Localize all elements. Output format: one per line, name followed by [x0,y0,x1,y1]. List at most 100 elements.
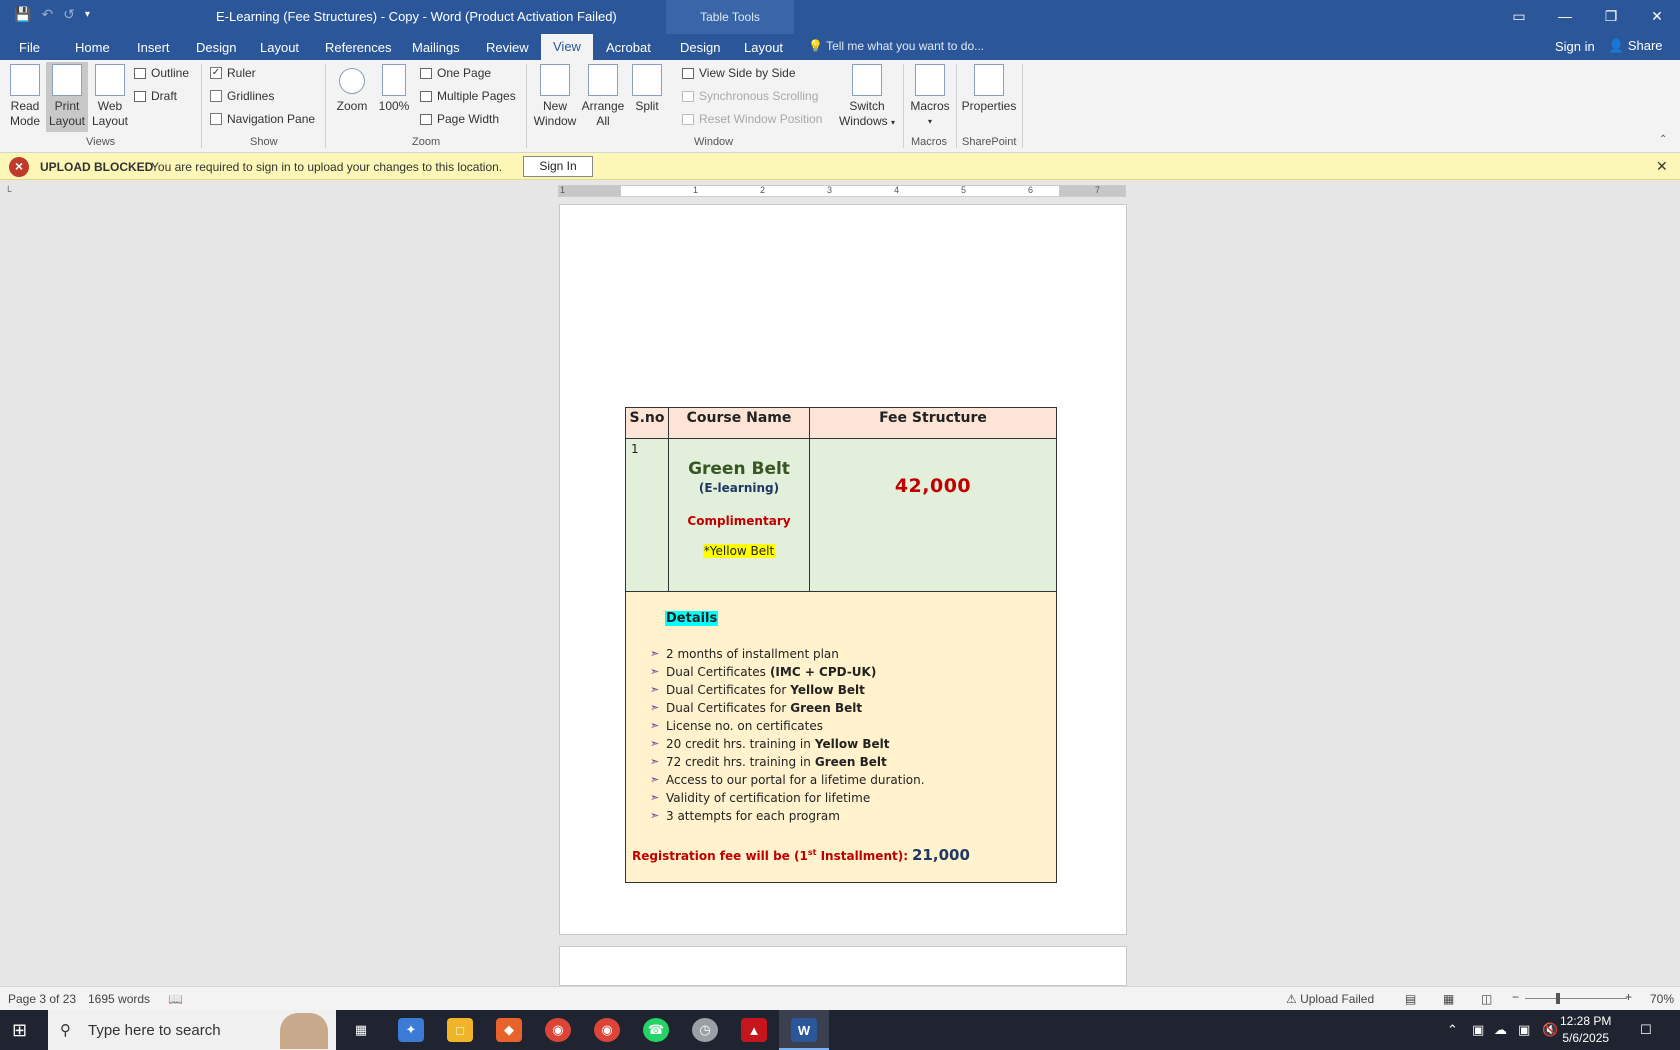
customize-qat-icon[interactable]: ▾ [85,9,90,20]
web-layout-button[interactable]: Web Layout [90,64,130,129]
whatsapp-icon[interactable]: ☎ [643,1018,669,1042]
gridlines-checkbox[interactable]: Gridlines [210,89,274,103]
navigation-pane-checkbox[interactable]: Navigation Pane [210,112,315,126]
zoom-100-button[interactable]: 100% [378,64,410,114]
header-sno[interactable]: S.no [625,407,669,439]
tab-home[interactable]: Home [75,38,110,57]
view-side-by-side-button[interactable]: View Side by Side [682,66,796,80]
task-view-icon[interactable]: ▦ [348,1018,374,1042]
header-course-name[interactable]: Course Name [668,407,810,439]
ribbon-display-options-icon[interactable]: ▭ [1496,0,1542,32]
separator [201,64,202,148]
ruler-checkbox[interactable]: ✓ Ruler [210,66,256,80]
show-hidden-icons-icon[interactable]: ⌃ [1447,1022,1458,1038]
zoom-slider[interactable] [1525,998,1627,999]
zoom-button[interactable]: Zoom [334,64,370,114]
volume-muted-icon[interactable]: 🔇 [1542,1022,1558,1038]
fee-table[interactable]: S.no Course Name Fee Structure 1 Green B… [625,407,1057,883]
tab-layout[interactable]: Layout [260,38,299,57]
header-fee-structure[interactable]: Fee Structure [809,407,1057,439]
synchronous-scrolling-button[interactable]: Synchronous Scrolling [682,89,818,103]
clock-app-icon[interactable]: ◷ [692,1018,718,1042]
onedrive-icon[interactable]: ☁ [1494,1022,1507,1038]
tab-mailings[interactable]: Mailings [412,38,460,57]
notifications-icon[interactable]: ☐ [1640,1022,1652,1038]
undo-icon[interactable]: ↶ [41,6,53,23]
page-count[interactable]: Page 3 of 23 [8,992,76,1006]
outline-button[interactable]: Outline [134,66,189,80]
tab-table-layout[interactable]: Layout [744,38,783,57]
close-message-icon[interactable]: ✕ [1656,158,1668,175]
switch-windows-button[interactable]: Switch Windows ▾ [836,64,898,130]
read-mode-button[interactable]: Read Mode [6,64,44,129]
print-layout-view-icon[interactable]: ▦ [1443,992,1454,1006]
word-count[interactable]: 1695 words [88,992,150,1006]
tab-table-design[interactable]: Design [680,38,720,57]
windows-start-icon[interactable]: ⊞ [12,1020,27,1041]
zoom-label: Zoom [336,99,368,113]
new-window-label-2: Window [533,114,577,128]
arrange-all-button[interactable]: Arrange All [580,64,626,129]
minimize-icon[interactable]: — [1542,0,1588,32]
web-layout-view-icon[interactable]: ◫ [1481,992,1492,1006]
zoom-in-icon[interactable]: + [1625,990,1632,1004]
cell-sno[interactable]: 1 [625,438,669,592]
tab-references[interactable]: References [325,38,391,57]
save-icon[interactable]: 💾 [14,6,31,23]
zoom-slider-thumb[interactable] [1556,993,1560,1004]
restore-icon[interactable]: ❐ [1588,0,1634,32]
tab-selector-icon[interactable]: └ [5,186,17,198]
chrome-icon[interactable]: ◉ [545,1018,571,1042]
tab-acrobat[interactable]: Acrobat [606,38,651,57]
page-width-button[interactable]: Page Width [420,112,499,126]
file-explorer-icon[interactable]: □ [447,1018,473,1042]
zoom-out-icon[interactable]: − [1512,990,1519,1004]
new-window-label-1: New [542,99,567,113]
copilot-icon[interactable]: ✦ [398,1018,424,1042]
multiple-pages-icon [420,90,432,102]
tab-review[interactable]: Review [486,38,529,57]
reset-window-position-button[interactable]: Reset Window Position [682,112,822,126]
list-item: ➣ License no. on certificates [650,717,929,735]
reset-position-label: Reset Window Position [699,112,823,126]
close-icon[interactable]: ✕ [1634,0,1680,32]
horizontal-ruler[interactable]: 1 1 2 3 4 5 6 7 [558,185,1126,197]
tab-file[interactable]: File [19,38,40,57]
app-icon[interactable]: ◆ [496,1018,522,1042]
multiple-pages-button[interactable]: Multiple Pages [420,89,516,103]
read-mode-view-icon[interactable]: ▤ [1405,992,1416,1006]
list-item: ➣ 2 months of installment plan [650,645,929,663]
switch-windows-icon [852,64,882,96]
tab-view[interactable]: View [541,34,593,60]
split-button[interactable]: Split [630,64,664,114]
tab-insert[interactable]: Insert [137,38,170,57]
proofing-icon[interactable]: 📖 [168,992,183,1006]
properties-button[interactable]: Properties [960,64,1018,114]
one-page-button[interactable]: One Page [420,66,491,80]
system-clock[interactable]: 12:28 PM 5/6/2025 [1560,1013,1611,1047]
word-icon[interactable]: W [791,1018,817,1042]
chrome-profile-icon[interactable]: ◉ [594,1018,620,1042]
network-icon[interactable]: ▣ [1518,1022,1530,1038]
tell-me-search[interactable]: 💡 Tell me what you want to do... [808,39,984,53]
new-window-button[interactable]: New Window [532,64,578,129]
taskbar-search[interactable]: ⚲ Type here to search [48,1010,336,1050]
sign-in-link[interactable]: Sign in [1555,39,1595,54]
upload-status[interactable]: ⚠ Upload Failed [1286,992,1374,1006]
collapse-ribbon-icon[interactable]: ⌃ [1659,134,1667,145]
cell-details[interactable]: Details ➣ 2 months of installment plan ➣ D… [625,591,1057,883]
redo-icon[interactable]: ↺ [63,6,75,23]
zoom-level[interactable]: 70% [1650,992,1674,1006]
sign-in-button[interactable]: Sign In [523,156,593,177]
macros-button[interactable]: Macros ▾ [908,64,952,129]
document-page-next[interactable] [559,946,1127,986]
draft-button[interactable]: Draft [134,89,177,103]
meet-now-icon[interactable]: ▣ [1472,1022,1484,1038]
cell-fee[interactable]: 42,000 [809,438,1057,592]
tab-design[interactable]: Design [196,38,236,57]
share-button[interactable]: 👤 Share [1608,38,1663,54]
print-layout-button[interactable]: Print Layout [46,62,88,132]
acrobat-icon[interactable]: ▲ [741,1018,767,1042]
gridlines-label: Gridlines [227,89,275,103]
cell-course-name[interactable]: Green Belt (E-learning) Complimentary *Y… [668,438,810,592]
